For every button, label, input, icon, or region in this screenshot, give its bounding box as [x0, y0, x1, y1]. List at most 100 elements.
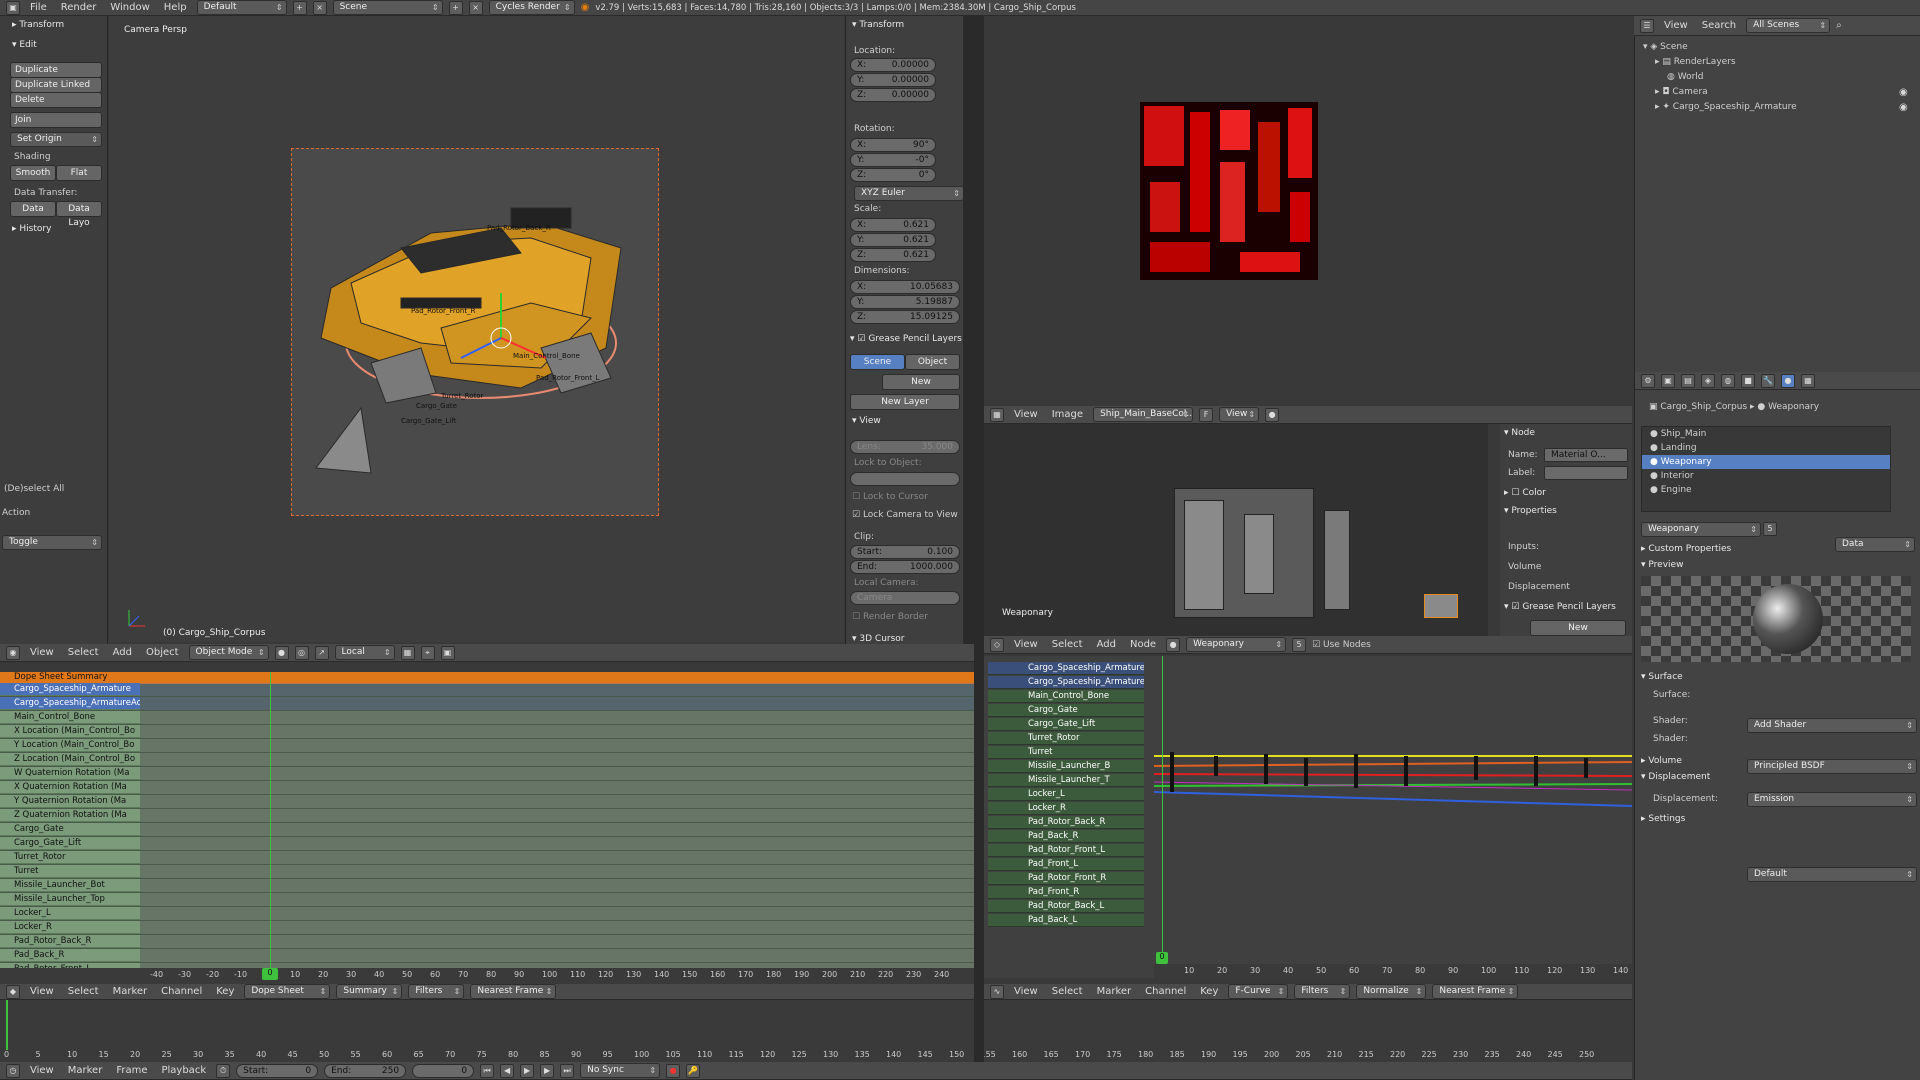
use-nodes-checkbox[interactable]: ☑ Use Nodes — [1312, 640, 1371, 650]
fcurves-canvas[interactable] — [1154, 656, 1632, 956]
search-icon[interactable]: ⌕ — [1836, 20, 1842, 31]
slot-engine[interactable]: ● Engine — [1642, 483, 1890, 497]
dimension-y-field[interactable]: Y: 5.19887 — [850, 295, 960, 309]
menu-window[interactable]: Window — [106, 2, 153, 13]
shader-1-select[interactable]: Principled BSDF — [1747, 759, 1917, 774]
smooth-button[interactable]: Smooth — [10, 165, 56, 181]
dope-channel[interactable]: Locker_R — [0, 921, 140, 934]
dope-mode-select[interactable]: Dope Sheet — [244, 984, 331, 999]
properties-type-icon[interactable]: ⚙ — [1641, 373, 1655, 388]
dope-menu-view[interactable]: View — [26, 986, 58, 997]
dope-menu-marker[interactable]: Marker — [109, 986, 152, 997]
dope-channel[interactable]: Locker_L — [0, 907, 140, 920]
viewport-type-icon[interactable]: ◉ — [6, 645, 20, 660]
material-slot-list[interactable]: ● Ship_Main ● Landing ● Weaponary ● Inte… — [1641, 426, 1891, 512]
node-menu-add[interactable]: Add — [1093, 639, 1120, 650]
record-icon[interactable]: ● — [666, 1063, 681, 1078]
graph-channel[interactable]: Pad_Back_R — [988, 830, 1144, 843]
graph-type-icon[interactable]: ∿ — [990, 984, 1004, 999]
graph-current-frame[interactable]: 0 — [1156, 952, 1168, 964]
snap-icon[interactable]: ⌖ — [420, 645, 435, 660]
outliner-item-armature[interactable]: ▸ ✦ Cargo_Spaceship_Armature — [1655, 102, 1797, 112]
surface-header[interactable]: ▾ Surface — [1641, 672, 1683, 682]
graph-channel[interactable]: Cargo_Gate — [988, 704, 1144, 717]
slot-weaponary[interactable]: ● Weaponary — [1642, 455, 1890, 469]
dope-channel[interactable]: Missile_Launcher_Top — [0, 893, 140, 906]
transform-orientation-select[interactable]: Local — [334, 645, 395, 660]
menu-render[interactable]: Render — [57, 2, 101, 13]
dope-channel[interactable]: Cargo_Gate — [0, 823, 140, 836]
world-tab-icon[interactable]: ◍ — [1721, 373, 1735, 388]
pivot-icon[interactable]: ◎ — [294, 645, 309, 660]
graph-menu-marker[interactable]: Marker — [1093, 986, 1136, 997]
node-menu-node[interactable]: Node — [1126, 639, 1160, 650]
surface-shader-select[interactable]: Add Shader — [1747, 718, 1917, 733]
visibility-eye-icon[interactable]: ◉ — [1899, 87, 1908, 98]
graph-channel[interactable]: Pad_Rotor_Back_L — [988, 900, 1144, 913]
timeline-type-icon[interactable]: ◷ — [6, 1063, 20, 1078]
node-color-header[interactable]: ▸ ☐ Color — [1504, 488, 1546, 498]
slot-ship-main[interactable]: ● Ship_Main — [1642, 427, 1890, 441]
timeline-menu-marker[interactable]: Marker — [64, 1065, 107, 1076]
render-view-icon[interactable]: ▣ — [440, 645, 455, 660]
location-x-field[interactable]: X: 0.00000 — [850, 58, 936, 72]
dope-channel[interactable]: Y Location (Main_Control_Bo — [0, 739, 140, 752]
tool-transform-header[interactable]: ▸ Transform — [12, 20, 64, 30]
graph-snap-select[interactable]: Nearest Frame — [1432, 984, 1519, 999]
new-layer-button[interactable]: New Layer — [850, 394, 960, 410]
graph-editor[interactable]: Cargo_Spaceship_Armature Cargo_Spaceship_… — [984, 656, 1632, 978]
graph-channel[interactable]: Cargo_Gate_Lift — [988, 718, 1144, 731]
data-layout-button[interactable]: Data Layo — [56, 201, 102, 228]
node-panel-header[interactable]: ▾ Node — [1504, 428, 1535, 438]
end-frame-field[interactable]: End: 250 — [324, 1063, 407, 1078]
graph-menu-select[interactable]: Select — [1048, 986, 1087, 997]
delete-button[interactable]: Delete — [10, 92, 102, 108]
dope-summary-toggle[interactable]: Summary — [336, 984, 403, 999]
graph-channel[interactable]: Pad_Front_L — [988, 858, 1144, 871]
manipulator-icon[interactable]: ↗ — [314, 645, 329, 660]
displacement-select[interactable]: Default — [1747, 867, 1917, 882]
dope-channel[interactable]: Z Location (Main_Control_Bo — [0, 753, 140, 766]
modifier-tab-icon[interactable]: 🔧 — [1761, 373, 1775, 388]
object-tab-icon[interactable]: ■ — [1741, 373, 1755, 388]
outliner-display-select[interactable]: All Scenes — [1746, 18, 1831, 33]
outliner-item-scene[interactable]: ▾ ◈ Scene — [1643, 42, 1688, 52]
dope-channel[interactable]: Cargo_Gate_Lift — [0, 837, 140, 850]
rotation-x-field[interactable]: X: 90° — [850, 138, 936, 152]
delete-scene-icon[interactable]: × — [468, 0, 483, 15]
node-grease-header[interactable]: ▾ ☑ Grease Pencil Layers — [1504, 602, 1616, 612]
graph-channel[interactable]: Locker_R — [988, 802, 1144, 815]
graph-channel[interactable]: Turret_Rotor — [988, 732, 1144, 745]
grease-object-tab[interactable]: Object — [905, 354, 960, 370]
material-tab-icon[interactable]: ● — [1781, 373, 1795, 388]
screen-layout-select[interactable]: Default — [196, 0, 287, 15]
graph-channel[interactable]: Missile_Launcher_T — [988, 774, 1144, 787]
shader-node[interactable] — [1244, 514, 1274, 594]
graph-channel[interactable]: Turret — [988, 746, 1144, 759]
graph-mode-select[interactable]: F-Curve — [1228, 984, 1289, 999]
dimension-z-field[interactable]: Z: 15.09125 — [850, 310, 960, 324]
clip-start-field[interactable]: Start: 0.100 — [850, 545, 960, 559]
outliner-menu-view[interactable]: View — [1660, 20, 1692, 31]
node-menu-select[interactable]: Select — [1048, 639, 1087, 650]
dope-channel[interactable]: Main_Control_Bone — [0, 711, 140, 724]
lens-field[interactable]: Lens: 35.000 — [850, 440, 960, 454]
viewport-menu-object[interactable]: Object — [142, 647, 183, 658]
uv-menu-image[interactable]: Image — [1048, 409, 1087, 420]
dope-menu-key[interactable]: Key — [212, 986, 238, 997]
graph-channel[interactable]: Missile_Launcher_B — [988, 760, 1144, 773]
dope-current-frame[interactable]: 0 — [262, 968, 278, 980]
viewport-menu-select[interactable]: Select — [64, 647, 103, 658]
slot-landing[interactable]: ● Landing — [1642, 441, 1890, 455]
preview-header[interactable]: ▾ Preview — [1641, 560, 1683, 570]
dope-channel[interactable]: Cargo_Spaceship_ArmatureActi — [0, 697, 140, 710]
preview-range-icon[interactable]: ⏱ — [216, 1063, 231, 1078]
menu-help[interactable]: Help — [160, 2, 191, 13]
node-grease-new-button[interactable]: New — [1530, 620, 1626, 636]
duplicate-button[interactable]: Duplicate — [10, 62, 102, 78]
timeline-menu-playback[interactable]: Playback — [157, 1065, 210, 1076]
dope-snap-select[interactable]: Nearest Frame — [470, 984, 557, 999]
uv-menu-view[interactable]: View — [1010, 409, 1042, 420]
next-key-icon[interactable]: ▶ — [540, 1063, 555, 1078]
graph-menu-key[interactable]: Key — [1196, 986, 1222, 997]
